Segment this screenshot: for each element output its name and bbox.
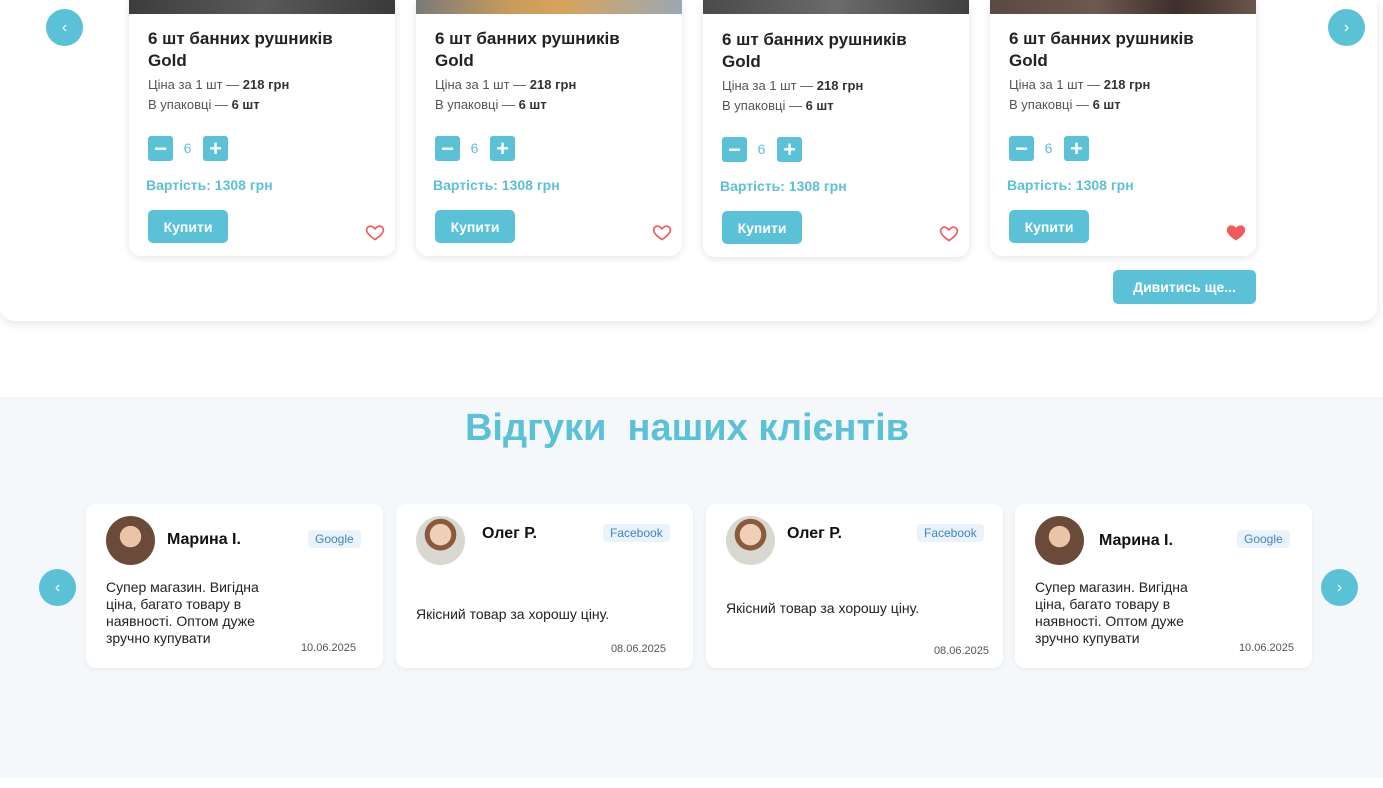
review-text: Якісний товар за хорошу ціну. (726, 600, 920, 616)
review-date: 10.06.2025 (1238, 642, 1294, 654)
products-prev-button[interactable]: ‹ (46, 9, 83, 46)
review-card: Марина І. Google Супер магазин. Вигідна … (86, 504, 383, 668)
buy-button[interactable]: Купити (435, 210, 515, 243)
qty-plus-button[interactable]: + (203, 136, 228, 161)
product-name[interactable]: 6 шт банних рушників Gold (722, 29, 942, 73)
pack-label: В упаковці — (722, 98, 806, 113)
avatar (416, 516, 465, 565)
buy-button[interactable]: Купити (148, 210, 228, 243)
price-line: Ціна за 1 шт — 218 грн (722, 78, 863, 93)
product-image[interactable] (703, 0, 969, 14)
price-value: 218 грн (529, 77, 577, 92)
pack-label: В упаковці — (435, 97, 519, 112)
buy-button[interactable]: Купити (722, 211, 802, 244)
chevron-left-icon: ‹ (61, 18, 68, 36)
page: 6 шт банних рушників Gold Ціна за 1 шт —… (0, 0, 1383, 788)
chevron-right-icon: › (1336, 578, 1343, 596)
qty-plus-button[interactable]: + (490, 136, 515, 161)
review-date: 08.06.2025 (933, 645, 989, 657)
price-label: Ціна за 1 шт — (435, 77, 530, 92)
heart-outline-icon[interactable] (652, 222, 672, 242)
source-badge: Facebook (917, 524, 984, 542)
review-card: Олег Р. Facebook Якісний товар за хорошу… (706, 504, 1003, 668)
review-card: Марина І. Google Супер магазин. Вигідна … (1015, 504, 1312, 668)
pack-value: 6 шт (1092, 97, 1121, 112)
qty-value[interactable]: 6 (179, 140, 196, 156)
reviewer-name: Олег Р. (787, 525, 842, 542)
qty-minus-button[interactable]: − (722, 137, 747, 162)
total-price: Вартість: 1308 грн (1007, 177, 1134, 193)
source-badge: Google (308, 530, 361, 548)
product-name[interactable]: 6 шт банних рушників Gold (148, 28, 368, 72)
reviews-title: Відгуки наших клієнтів (464, 407, 910, 449)
total-price: Вартість: 1308 грн (720, 178, 847, 194)
product-image[interactable] (990, 0, 1256, 14)
qty-plus-button[interactable]: + (777, 137, 802, 162)
reviews-section: Відгуки наших клієнтів ‹ › Марина І. Goo… (0, 397, 1383, 778)
product-name[interactable]: 6 шт банних рушників Gold (1009, 28, 1229, 72)
review-text: Якісний товар за хорошу ціну. (416, 606, 610, 622)
qty-value[interactable]: 6 (753, 141, 770, 157)
qty-minus-button[interactable]: − (1009, 136, 1034, 161)
product-card: 6 шт банних рушників Gold Ціна за 1 шт —… (129, 0, 395, 256)
qty-minus-button[interactable]: − (148, 136, 173, 161)
pack-line: В упаковці — 6 шт (1009, 97, 1121, 112)
pack-value: 6 шт (231, 97, 260, 112)
heart-filled-icon[interactable] (1226, 222, 1246, 242)
total-price: Вартість: 1308 грн (146, 177, 273, 193)
review-card: Олег Р. Facebook Якісний товар за хорошу… (396, 504, 693, 668)
reviewer-name: Марина І. (1099, 532, 1173, 549)
price-value: 218 грн (816, 78, 864, 93)
avatar (1035, 516, 1084, 565)
product-card: 6 шт банних рушників Gold Ціна за 1 шт —… (990, 0, 1256, 256)
product-card: 6 шт банних рушників Gold Ціна за 1 шт —… (703, 0, 969, 257)
price-label: Ціна за 1 шт — (148, 77, 243, 92)
source-badge: Facebook (603, 524, 670, 542)
pack-value: 6 шт (518, 97, 547, 112)
source-badge: Google (1237, 530, 1290, 548)
pack-label: В упаковці — (1009, 97, 1093, 112)
product-name[interactable]: 6 шт банних рушників Gold (435, 28, 655, 72)
buy-button[interactable]: Купити (1009, 210, 1089, 243)
reviews-prev-button[interactable]: ‹ (39, 569, 76, 606)
products-next-button[interactable]: › (1328, 9, 1365, 46)
price-value: 218 грн (242, 77, 290, 92)
reviewer-name: Марина І. (167, 531, 241, 548)
avatar (106, 516, 155, 565)
product-image[interactable] (129, 0, 395, 14)
price-line: Ціна за 1 шт — 218 грн (148, 77, 289, 92)
price-label: Ціна за 1 шт — (722, 78, 817, 93)
product-image[interactable] (416, 0, 682, 14)
pack-value: 6 шт (805, 98, 834, 113)
qty-value[interactable]: 6 (466, 140, 483, 156)
products-panel: 6 шт банних рушників Gold Ціна за 1 шт —… (0, 0, 1377, 321)
reviews-next-button[interactable]: › (1321, 569, 1358, 606)
review-text: Супер магазин. Вигідна ціна, багато това… (1035, 579, 1188, 646)
price-label: Ціна за 1 шт — (1009, 77, 1104, 92)
see-more-button[interactable]: Дивитись ще... (1113, 270, 1256, 304)
pack-line: В упаковці — 6 шт (148, 97, 260, 112)
product-card: 6 шт банних рушників Gold Ціна за 1 шт —… (416, 0, 682, 256)
chevron-left-icon: ‹ (54, 578, 61, 596)
review-date: 08.06.2025 (610, 643, 666, 655)
price-value: 218 грн (1103, 77, 1151, 92)
qty-value[interactable]: 6 (1040, 140, 1057, 156)
heart-outline-icon[interactable] (939, 223, 959, 243)
qty-plus-button[interactable]: + (1064, 136, 1089, 161)
pack-line: В упаковці — 6 шт (722, 98, 834, 113)
price-line: Ціна за 1 шт — 218 грн (435, 77, 576, 92)
heart-outline-icon[interactable] (365, 222, 385, 242)
review-date: 10.06.2025 (300, 642, 356, 654)
review-text: Супер магазин. Вигідна ціна, багато това… (106, 579, 259, 646)
reviewer-name: Олег Р. (482, 525, 537, 542)
chevron-right-icon: › (1343, 18, 1350, 36)
qty-minus-button[interactable]: − (435, 136, 460, 161)
pack-label: В упаковці — (148, 97, 232, 112)
avatar (726, 516, 775, 565)
pack-line: В упаковці — 6 шт (435, 97, 547, 112)
price-line: Ціна за 1 шт — 218 грн (1009, 77, 1150, 92)
total-price: Вартість: 1308 грн (433, 177, 560, 193)
